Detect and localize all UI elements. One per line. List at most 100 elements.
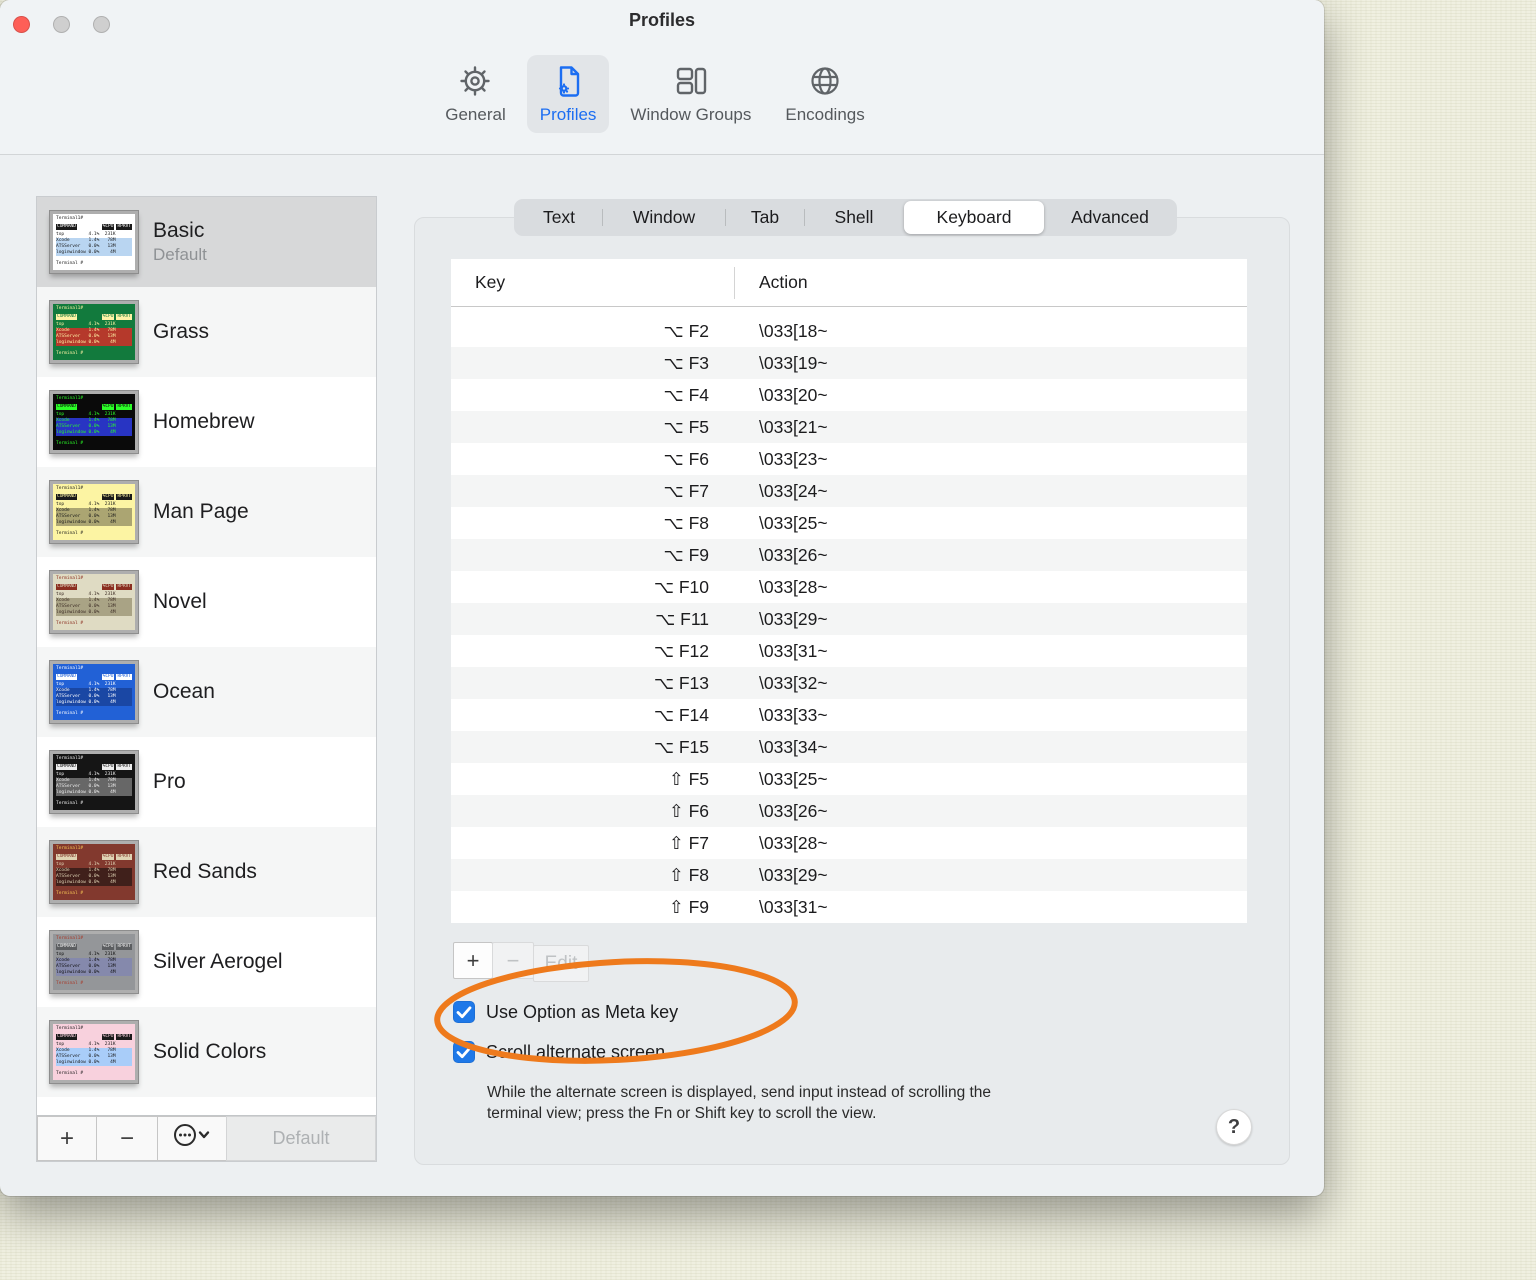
profile-row-basic[interactable]: Terminal1# COMMAND %CPU RPRVT top 4.1% 231K X… <box>37 197 376 287</box>
tab-shell[interactable]: Shell <box>805 201 903 234</box>
action-cell: \033[34~ <box>759 736 828 757</box>
thumbnail-header-row: COMMAND %CPU RPRVT <box>56 314 132 320</box>
profiles-sidebar: Terminal1# COMMAND %CPU RPRVT top 4.1% 231K X… <box>36 196 377 1162</box>
add-profile-button[interactable]: + <box>37 1116 97 1161</box>
profile-row-homebrew[interactable]: Terminal1# COMMAND %CPU RPRVT top 4.1% 231K X… <box>37 377 376 467</box>
profile-actions-menu-button[interactable] <box>157 1116 227 1161</box>
tab-advanced[interactable]: Advanced <box>1045 201 1175 234</box>
thumbnail-column-chip: %CPU <box>101 494 115 500</box>
key-binding-row[interactable]: ⌥ F15 \033[34~ <box>451 731 1247 763</box>
thumbnail-prompt-text: Terminal # <box>56 261 84 266</box>
key-cell: ⌥ F5 <box>663 416 709 437</box>
thumbnail-column-chip: RPRVT <box>116 944 132 950</box>
key-cell: ⇧ F6 <box>669 800 709 821</box>
tab-tab[interactable]: Tab <box>726 201 804 234</box>
key-cell: ⌥ F11 <box>655 608 709 629</box>
checkbox[interactable] <box>453 1001 475 1023</box>
key-binding-row[interactable]: ⌥ F12 \033[31~ <box>451 635 1247 667</box>
profile-labels: Silver Aerogel <box>153 950 283 974</box>
profile-labels: Pro <box>153 770 186 794</box>
key-binding-row[interactable]: ⌥ F7 \033[24~ <box>451 475 1247 507</box>
tab-window[interactable]: Window <box>603 201 725 234</box>
key-binding-row[interactable]: ⌥ F13 \033[32~ <box>451 667 1247 699</box>
key-bindings-table: Key Action ⌥ F2 \033[18~ ⌥ F3 \033[19~ ⌥ F4 \… <box>451 259 1247 923</box>
action-cell: \033[29~ <box>759 864 828 885</box>
key-cell: ⌥ F6 <box>663 448 709 469</box>
preferences-window: Profiles General Profiles Window Groups Enc… <box>0 0 1324 1196</box>
key-binding-row[interactable]: ⌥ F2 \033[18~ <box>451 315 1247 347</box>
remove-key-binding-button[interactable]: − <box>492 942 534 979</box>
profile-thumbnail: Terminal1# COMMAND %CPU RPRVT top 4.1% 231K X… <box>50 751 138 813</box>
action-column-header: Action <box>759 272 808 292</box>
profile-labels: Ocean <box>153 680 215 704</box>
thumbnail-process-row: loginwindow 0.0% 4M <box>56 340 132 346</box>
table-header: Key Action <box>451 259 1247 307</box>
key-cell: ⌥ F13 <box>653 672 709 693</box>
thumbnail-process-row: loginwindow 0.0% 4M <box>56 610 132 616</box>
table-body: ⌥ F2 \033[18~ ⌥ F3 \033[19~ ⌥ F4 \033[20~ ⌥ F5… <box>451 307 1247 923</box>
profile-row-pro[interactable]: Terminal1# COMMAND %CPU RPRVT top 4.1% 231K X… <box>37 737 376 827</box>
key-binding-row[interactable]: ⌥ F14 \033[33~ <box>451 699 1247 731</box>
thumbnail-title-text: Terminal1# <box>56 306 84 311</box>
thumbnail-column-chip: COMMAND <box>56 674 77 680</box>
profile-labels: Solid Colors <box>153 1040 266 1064</box>
key-cell: ⌥ F3 <box>663 352 709 373</box>
key-binding-row[interactable]: ⇧ F6 \033[26~ <box>451 795 1247 827</box>
thumbnail-column-chip: %CPU <box>101 1034 115 1040</box>
thumbnail-prompt-text: Terminal # <box>56 711 84 716</box>
key-binding-row[interactable]: ⌥ F11 \033[29~ <box>451 603 1247 635</box>
thumbnail-header-row: COMMAND %CPU RPRVT <box>56 494 132 500</box>
key-binding-row[interactable]: ⌥ F8 \033[25~ <box>451 507 1247 539</box>
alternate-screen-help-text: While the alternate screen is displayed,… <box>487 1084 992 1122</box>
key-cell: ⌥ F15 <box>653 736 709 757</box>
key-binding-row[interactable]: ⌥ F3 \033[19~ <box>451 347 1247 379</box>
thumbnail-header-row: COMMAND %CPU RPRVT <box>56 944 132 950</box>
use-option-as-meta-key-checkbox-row: Use Option as Meta key <box>453 999 678 1025</box>
key-binding-row[interactable]: ⌥ F5 \033[21~ <box>451 411 1247 443</box>
profile-row-silver-aerogel[interactable]: Terminal1# COMMAND %CPU RPRVT top 4.1% 231K X… <box>37 917 376 1007</box>
toolbar-item-general[interactable]: General <box>432 55 518 133</box>
window-title: Profiles <box>628 10 696 30</box>
thumbnail-prompt-text: Terminal # <box>56 1071 84 1076</box>
thumbnail-title-text: Terminal1# <box>56 576 84 581</box>
action-cell: \033[24~ <box>759 480 828 501</box>
thumbnail-title-text: Terminal1# <box>56 486 84 491</box>
thumbnail-process-row: loginwindow 0.0% 4M <box>56 700 132 706</box>
toolbar-item-window-groups[interactable]: Window Groups <box>617 55 764 133</box>
key-cell: ⌥ F12 <box>653 640 709 661</box>
key-binding-row[interactable]: ⇧ F5 \033[25~ <box>451 763 1247 795</box>
action-cell: \033[26~ <box>759 800 828 821</box>
key-binding-row[interactable]: ⇧ F7 \033[28~ <box>451 827 1247 859</box>
toolbar-item-profiles[interactable]: Profiles <box>526 55 610 133</box>
thumbnail-process-row: loginwindow 0.0% 4M <box>56 430 132 436</box>
tab-text[interactable]: Text <box>516 201 602 234</box>
profile-row-grass[interactable]: Terminal1# COMMAND %CPU RPRVT top 4.1% 231K X… <box>37 287 376 377</box>
profile-thumbnail: Terminal1# COMMAND %CPU RPRVT top 4.1% 231K X… <box>50 661 138 723</box>
toolbar-item-encodings[interactable]: Encodings <box>772 55 877 133</box>
thumbnail-prompt-text: Terminal # <box>56 801 84 806</box>
thumbnail-header-row: COMMAND %CPU RPRVT <box>56 674 132 680</box>
profile-row-ocean[interactable]: Terminal1# COMMAND %CPU RPRVT top 4.1% 231K X… <box>37 647 376 737</box>
remove-profile-button[interactable]: − <box>96 1116 158 1161</box>
scroll-alternate-screen-checkbox-row: Scroll alternate screen <box>453 1039 665 1065</box>
key-binding-row[interactable]: ⇧ F9 \033[31~ <box>451 891 1247 923</box>
key-binding-row[interactable]: ⇧ F8 \033[29~ <box>451 859 1247 891</box>
profile-row-red-sands[interactable]: Terminal1# COMMAND %CPU RPRVT top 4.1% 231K X… <box>37 827 376 917</box>
key-binding-row[interactable]: ⌥ F10 \033[28~ <box>451 571 1247 603</box>
profile-row-novel[interactable]: Terminal1# COMMAND %CPU RPRVT top 4.1% 231K X… <box>37 557 376 647</box>
help-button[interactable]: ? <box>1216 1109 1252 1145</box>
profile-name: Man Page <box>153 500 249 523</box>
thumbnail-column-chip: RPRVT <box>116 764 132 770</box>
add-key-binding-button[interactable]: + <box>453 942 493 979</box>
action-cell: \033[33~ <box>759 704 828 725</box>
profile-row-solid-colors[interactable]: Terminal1# COMMAND %CPU RPRVT top 4.1% 231K X… <box>37 1007 376 1097</box>
key-binding-row[interactable]: ⌥ F6 \033[23~ <box>451 443 1247 475</box>
default-profile-button[interactable]: Default <box>226 1116 376 1161</box>
tab-keyboard[interactable]: Keyboard <box>904 201 1044 234</box>
profile-name: Solid Colors <box>153 1040 267 1063</box>
checkbox[interactable] <box>453 1041 475 1063</box>
key-binding-row[interactable]: ⌥ F4 \033[20~ <box>451 379 1247 411</box>
profile-row-man-page[interactable]: Terminal1# COMMAND %CPU RPRVT top 4.1% 231K X… <box>37 467 376 557</box>
key-binding-row[interactable]: ⌥ F9 \033[26~ <box>451 539 1247 571</box>
edit-key-binding-button[interactable]: Edit <box>533 945 589 982</box>
